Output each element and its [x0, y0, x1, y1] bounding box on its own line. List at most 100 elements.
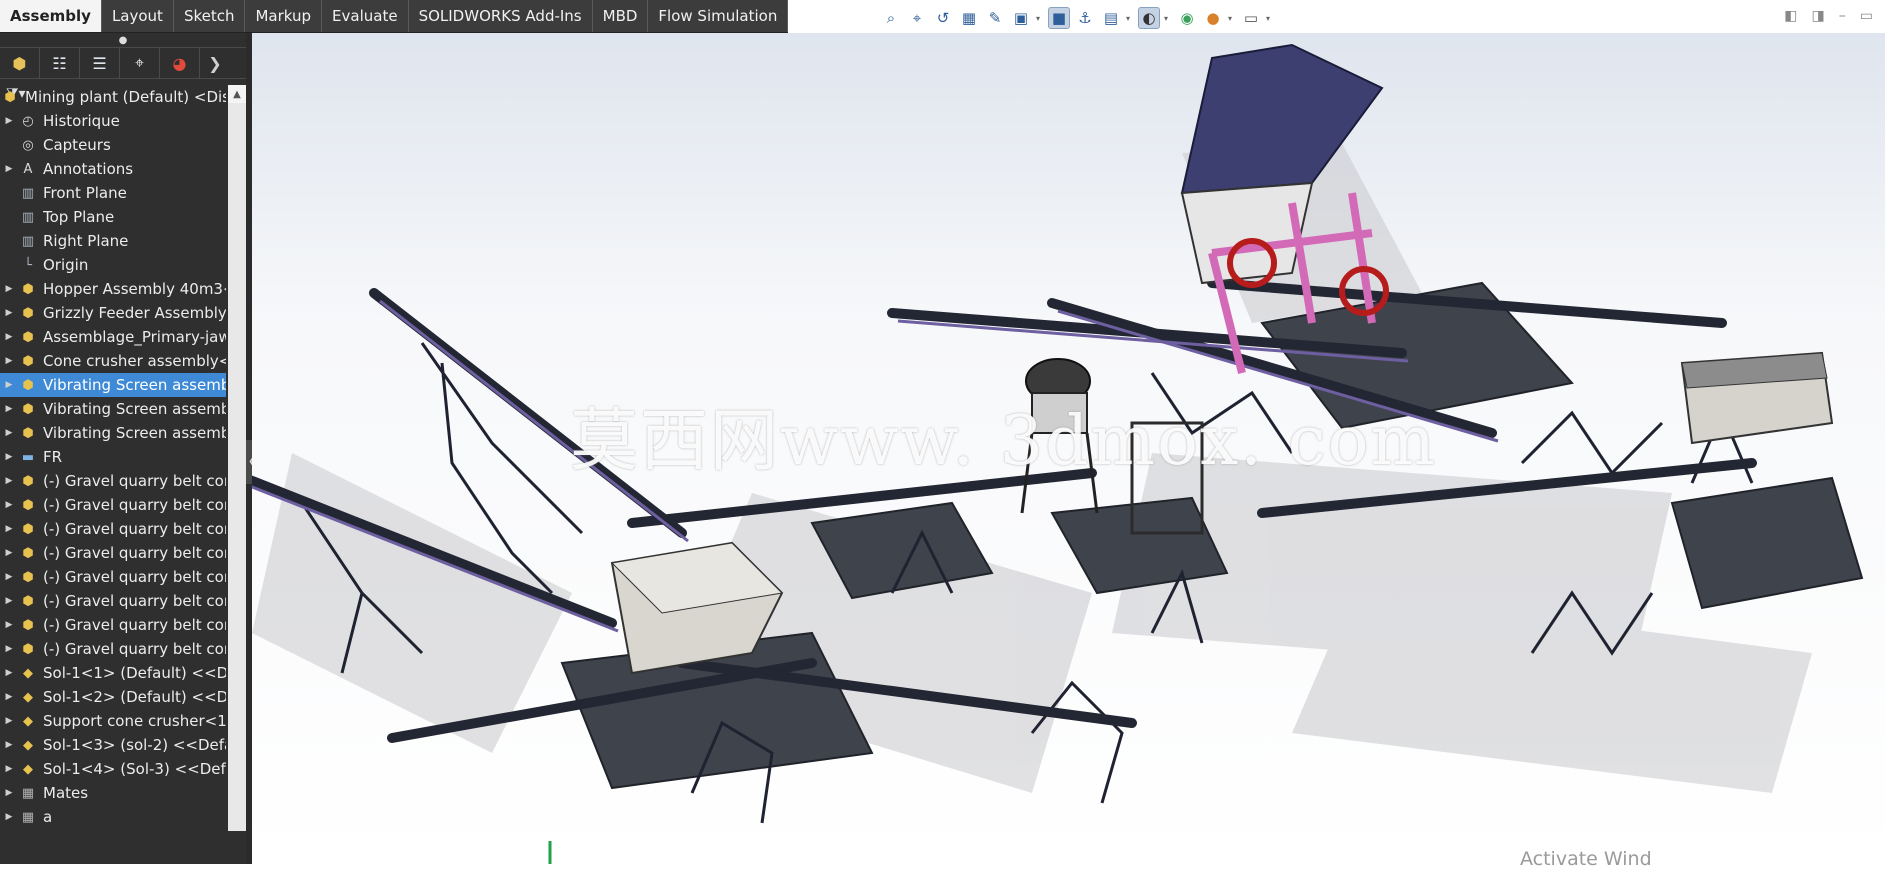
tree-node[interactable]: ◎ Capteurs: [0, 133, 226, 157]
configuration-manager-icon[interactable]: ☰: [80, 48, 120, 78]
expand-arrow-icon[interactable]: ▶: [0, 644, 18, 654]
expand-arrow-icon[interactable]: ▶: [0, 380, 18, 390]
tree-node[interactable]: ▶ ⬢ (-) Gravel quarry belt conve: [0, 589, 226, 613]
tab-layout[interactable]: Layout: [102, 0, 174, 32]
expand-arrow-icon[interactable]: ▶: [0, 620, 18, 630]
expand-arrow-icon[interactable]: ▶: [0, 476, 18, 486]
zoom-to-fit-icon[interactable]: ⌕: [880, 7, 902, 29]
panel-grip-icon[interactable]: ●: [0, 33, 246, 47]
hide-show-icon[interactable]: ⚓: [1074, 7, 1096, 29]
expand-arrow-icon[interactable]: ▶: [0, 548, 18, 558]
expand-arrow-icon[interactable]: ▶: [0, 116, 18, 126]
expand-arrow-icon[interactable]: ▶: [0, 332, 18, 342]
expand-arrow-icon[interactable]: ▶: [0, 716, 18, 726]
section-view-icon[interactable]: ▦: [958, 7, 980, 29]
restore-left-icon[interactable]: ◧: [1784, 8, 1797, 24]
tree-scrollbar[interactable]: ▲: [228, 85, 246, 831]
tree-node[interactable]: ▥ Right Plane: [0, 229, 226, 253]
dimxpert-icon[interactable]: ⌖: [120, 48, 160, 78]
expand-arrow-icon[interactable]: ▶: [0, 668, 18, 678]
dynamic-annotation-icon[interactable]: ✎: [984, 7, 1006, 29]
chevron-down-icon[interactable]: ▾: [1266, 14, 1274, 23]
expand-arrow-icon[interactable]: ▶: [0, 788, 18, 798]
tree-node[interactable]: ▥ Top Plane: [0, 205, 226, 229]
apply-scene-icon[interactable]: ◉: [1176, 7, 1198, 29]
expand-arrow-icon[interactable]: ▶: [0, 356, 18, 366]
tab-assembly[interactable]: Assembly: [0, 0, 102, 32]
tree-node-label: Assemblage_Primary-jawcr: [43, 328, 226, 346]
tree-node[interactable]: ▶ ▦ Mates: [0, 781, 226, 805]
property-manager-icon[interactable]: ☷: [40, 48, 80, 78]
expand-arrow-icon[interactable]: ▶: [0, 812, 18, 822]
tree-node[interactable]: ▶ ⬢ Hopper Assembly 40m3<1: [0, 277, 226, 301]
edit-appearance-icon[interactable]: ▤: [1100, 7, 1122, 29]
scroll-up-icon[interactable]: ▲: [228, 85, 246, 103]
tree-node[interactable]: ▶ ▦ a: [0, 805, 226, 829]
view-triad: [520, 833, 580, 864]
tree-node[interactable]: ▶ ⬢ Cone crusher assembly<1>: [0, 349, 226, 373]
expand-arrow-icon[interactable]: ▶: [0, 596, 18, 606]
tree-node[interactable]: ▶ ⬢ (-) Gravel quarry belt conve: [0, 541, 226, 565]
expand-arrow-icon[interactable]: ▶: [0, 452, 18, 462]
tree-node[interactable]: ▶ ⬢ (-) Gravel quarry belt conve: [0, 565, 226, 589]
display-style-icon[interactable]: ■: [1048, 7, 1070, 29]
tree-node[interactable]: ▶ ⬢ (-) Gravel quarry belt conve: [0, 517, 226, 541]
tree-node[interactable]: ▶ A Annotations: [0, 157, 226, 181]
tree-node[interactable]: ▶ ⬢ Vibrating Screen assembly: [0, 421, 226, 445]
expand-arrow-icon[interactable]: ▶: [0, 428, 18, 438]
monitor-icon[interactable]: ▭: [1240, 7, 1262, 29]
view-settings-icon[interactable]: ◐: [1138, 7, 1160, 29]
restore-right-icon[interactable]: ◨: [1812, 8, 1825, 24]
tree-node[interactable]: ▶ ◆ Support cone crusher<1> (: [0, 709, 226, 733]
tab-flow-simulation[interactable]: Flow Simulation: [648, 0, 789, 32]
tree-node[interactable]: ▶ ⬢ (-) Gravel quarry belt conve: [0, 613, 226, 637]
chevron-down-icon[interactable]: ▾: [1164, 14, 1172, 23]
appearance-sphere-icon[interactable]: ●: [1202, 7, 1224, 29]
tree-node[interactable]: ▶ ◆ Sol-1<3> (sol-2) <<Defaul: [0, 733, 226, 757]
tree-node[interactable]: ▶ ◆ Sol-1<4> (Sol-3) <<Defau: [0, 757, 226, 781]
tree-node[interactable]: ▶ ◴ Historique: [0, 109, 226, 133]
tree-node[interactable]: ▥ Front Plane: [0, 181, 226, 205]
expand-arrow-icon[interactable]: ▶: [0, 572, 18, 582]
expand-arrow-icon[interactable]: ▶: [0, 308, 18, 318]
chevron-down-icon[interactable]: ▾: [1126, 14, 1134, 23]
expand-arrow-icon[interactable]: ▶: [0, 764, 18, 774]
previous-view-icon[interactable]: ↺: [932, 7, 954, 29]
chevron-down-icon[interactable]: ▾: [1228, 14, 1236, 23]
tab-markup[interactable]: Markup: [245, 0, 323, 32]
expand-arrow-icon[interactable]: ▶: [0, 692, 18, 702]
tab-mbd[interactable]: MBD: [593, 0, 649, 32]
tree-node[interactable]: ▶ ⬢ (-) Gravel quarry belt conve: [0, 469, 226, 493]
tree-node[interactable]: ▶ ⬢ Vibrating Screen assembly: [0, 397, 226, 421]
expand-arrow-icon[interactable]: ▶: [0, 164, 18, 174]
chevron-down-icon[interactable]: ▾: [1036, 14, 1044, 23]
tree-node[interactable]: ▶ ⬢ Vibrating Screen assembly: [0, 373, 226, 397]
tree-node[interactable]: ▶ ⬢ Assemblage_Primary-jawcr: [0, 325, 226, 349]
tree-node[interactable]: ▶ ◆ Sol-1<2> (Default) <<Defa: [0, 685, 226, 709]
tree-node[interactable]: ▶ ⬢ Grizzly Feeder Assembly<1: [0, 301, 226, 325]
feature-manager-icon[interactable]: ⬢: [0, 48, 40, 78]
zoom-area-icon[interactable]: ⌖: [906, 7, 928, 29]
expand-arrow-icon[interactable]: ▶: [0, 524, 18, 534]
tab-evaluate[interactable]: Evaluate: [322, 0, 409, 32]
tree-node-label: Vibrating Screen assembly: [43, 376, 226, 394]
tree-node[interactable]: ▶ ◆ Sol-1<1> (Default) <<Defa: [0, 661, 226, 685]
tree-node[interactable]: ▶ ▬ FR: [0, 445, 226, 469]
chevron-right-icon[interactable]: ❯: [200, 48, 230, 78]
expand-arrow-icon[interactable]: ▶: [0, 284, 18, 294]
tree-root[interactable]: ⬢ Mining plant (Default) <Display: [0, 85, 226, 109]
tab-solidworks-add-ins[interactable]: SOLIDWORKS Add-Ins: [409, 0, 593, 32]
tab-sketch[interactable]: Sketch: [174, 0, 246, 32]
maximize-icon[interactable]: ▭: [1860, 8, 1873, 24]
view-orientation-icon[interactable]: ▣: [1010, 7, 1032, 29]
tree-node[interactable]: ▶ ⬢ (-) Gravel quarry belt conve: [0, 493, 226, 517]
display-manager-icon[interactable]: ◕: [160, 48, 200, 78]
tree-node-label: Capteurs: [43, 136, 111, 154]
minimize-icon[interactable]: –: [1839, 8, 1846, 24]
expand-arrow-icon[interactable]: ▶: [0, 404, 18, 414]
expand-arrow-icon[interactable]: ▶: [0, 500, 18, 510]
tree-node[interactable]: └ Origin: [0, 253, 226, 277]
expand-arrow-icon[interactable]: ▶: [0, 740, 18, 750]
tree-node-label: Support cone crusher<1> (: [43, 712, 226, 730]
tree-node[interactable]: ▶ ⬢ (-) Gravel quarry belt conve: [0, 637, 226, 661]
